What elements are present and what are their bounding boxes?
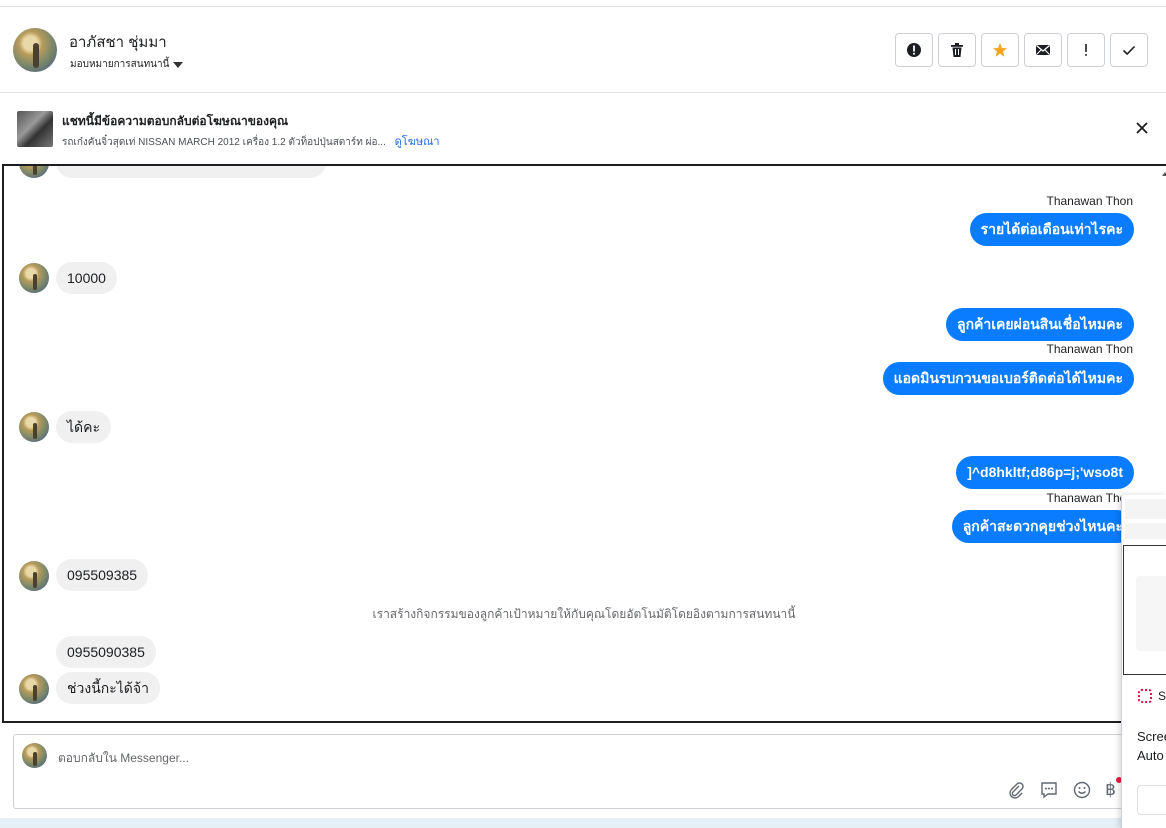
system-activity-note: เราสร้างกิจกรรมของลูกค้าเป้าหมายให้กับคุ… xyxy=(372,607,796,621)
ad-banner-title: แชทนี้มีข้อความตอบกลับต่อโฆษณาของคุณ xyxy=(62,114,289,128)
incoming-message: 10000 xyxy=(56,262,117,294)
contact-avatar[interactable] xyxy=(13,28,57,72)
ad-description: รถเก๋งคันจิ๋วสุดเท่ NISSAN MARCH 2012 เค… xyxy=(62,132,440,150)
overlay-body-text: Scree Auto xyxy=(1137,727,1166,765)
checkmark-icon xyxy=(1122,45,1136,56)
overlay-thumbnail xyxy=(1125,523,1166,539)
contact-avatar-small xyxy=(19,166,49,178)
mark-done-button[interactable] xyxy=(1110,33,1148,67)
overlay-line-1: Scree xyxy=(1137,729,1166,744)
trash-icon xyxy=(951,43,963,57)
caret-down-icon xyxy=(173,61,184,68)
mark-unread-button[interactable] xyxy=(1024,33,1062,67)
incoming-message: ช่วงนี้กะได้จ้า xyxy=(56,672,160,704)
incoming-message: 095509385 xyxy=(56,559,149,591)
reply-input[interactable]: ตอบกลับใน Messenger... xyxy=(58,749,189,768)
outgoing-message: รายได้ต่อเดือนเท่าไรคะ xyxy=(969,213,1134,246)
ad-thumbnail[interactable] xyxy=(17,111,53,147)
contact-avatar-small xyxy=(19,263,49,293)
outgoing-message: ลูกค้าสะดวกคุยช่วงไหนคะ xyxy=(951,510,1134,543)
saved-reply-icon[interactable] xyxy=(1039,780,1059,800)
envelope-icon xyxy=(1036,45,1050,55)
message-thread[interactable]: Thanawan Thon รายได้ต่อเดือนเท่าไรคะ 100… xyxy=(2,164,1166,723)
mark-spam-button[interactable] xyxy=(895,33,933,67)
star-button[interactable] xyxy=(981,33,1019,67)
currency-symbol: ฿ xyxy=(1105,780,1116,799)
paperclip-icon[interactable] xyxy=(1006,780,1026,800)
sender-name: Thanawan Thon xyxy=(1046,342,1133,356)
flag-important-button[interactable] xyxy=(1067,33,1105,67)
outgoing-message: ]^d8hkltf;d86p=j;'wso8t xyxy=(956,456,1134,489)
exclamation-icon xyxy=(1085,44,1087,56)
overlay-title-text: S xyxy=(1158,689,1166,703)
outgoing-message: ลูกค้าเคยผ่อนสินเชื่อไหมคะ xyxy=(945,308,1134,341)
overlay-preview-panel xyxy=(1123,545,1166,675)
payment-baht-icon[interactable]: ฿ xyxy=(1105,777,1122,800)
overlay-preview-card xyxy=(1136,576,1166,651)
contact-avatar-small xyxy=(19,674,49,704)
ad-description-text: รถเก๋งคันจิ๋วสุดเท่ NISSAN MARCH 2012 เค… xyxy=(62,137,386,148)
overlay-line-2: Auto xyxy=(1137,748,1164,763)
assign-label: มอบหมายการสนทนานี้ xyxy=(70,59,170,70)
incoming-message-partial xyxy=(56,166,326,178)
ad-reply-banner: แชทนี้มีข้อความตอบกลับต่อโฆษณาของคุณ รถเ… xyxy=(0,94,1166,164)
scroll-up-arrow-icon[interactable] xyxy=(1162,172,1166,176)
reply-composer[interactable]: ตอบกลับใน Messenger... ฿ xyxy=(13,734,1153,809)
conversation-header: อาภัสชา ชุ่มมา มอบหมายการสนทนานี้ xyxy=(0,6,1166,93)
overlay-thumbnail xyxy=(1125,499,1166,519)
contact-avatar-small xyxy=(19,561,49,591)
overlay-button[interactable] xyxy=(1137,785,1166,815)
overlay-app-title: S xyxy=(1138,689,1166,703)
snipping-tool-icon xyxy=(1138,689,1152,703)
screenshot-tool-overlay[interactable]: S Scree Auto xyxy=(1121,495,1166,828)
assign-conversation-dropdown[interactable]: มอบหมายการสนทนานี้ xyxy=(70,57,184,72)
emoji-icon[interactable] xyxy=(1072,780,1092,800)
star-icon xyxy=(993,43,1007,57)
composer-toolbar: ฿ xyxy=(1006,777,1122,800)
action-toolbar xyxy=(895,33,1148,67)
page-avatar xyxy=(22,743,47,768)
incoming-message: 0955090385 xyxy=(56,636,156,668)
contact-name[interactable]: อาภัสชา ชุ่มมา xyxy=(69,30,167,54)
incoming-message: ได้คะ xyxy=(56,411,112,443)
delete-button[interactable] xyxy=(938,33,976,67)
alert-circle-icon xyxy=(907,43,921,57)
sender-name: Thanawan Thon xyxy=(1046,194,1133,208)
outgoing-message: แอดมินรบกวนขอเบอร์ติดต่อได้ไหมคะ xyxy=(882,362,1134,395)
page-footer-strip xyxy=(0,818,1166,828)
view-ad-link[interactable]: ดูโฆษณา xyxy=(395,136,440,148)
contact-avatar-small xyxy=(19,412,49,442)
close-icon[interactable] xyxy=(1134,120,1150,136)
